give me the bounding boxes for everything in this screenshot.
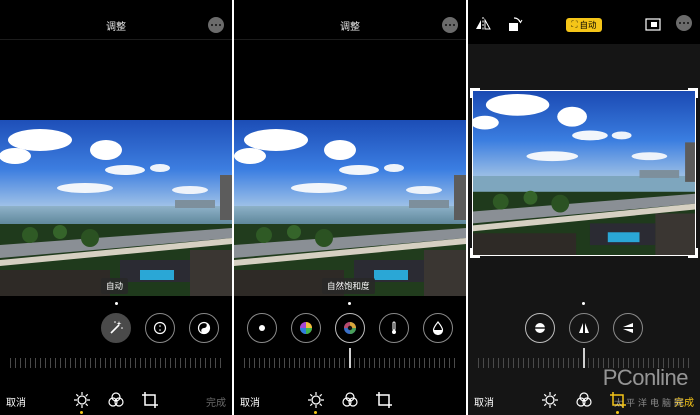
flip-horizontal-button[interactable]: [474, 15, 492, 33]
top-bar: 调整: [0, 0, 232, 40]
more-options-icon[interactable]: [442, 17, 458, 33]
vertical-perspective-icon: [579, 323, 589, 333]
brightness-icon: [259, 325, 265, 331]
watermark-subtitle: 太平洋电脑网: [613, 399, 686, 409]
filters-tab[interactable]: [107, 391, 125, 409]
crop-handle-bottom-right[interactable]: [688, 248, 698, 258]
top-bar: 调整: [234, 0, 466, 40]
straighten-icon: [534, 323, 546, 333]
thermometer-icon: [392, 321, 396, 334]
saturation-button[interactable]: [291, 313, 321, 343]
photo-preview: [234, 120, 466, 296]
flip-icon: [476, 17, 491, 31]
horizontal-perspective-button[interactable]: [613, 313, 643, 343]
photo-preview: [0, 120, 232, 296]
vibrance-icon: [344, 322, 356, 334]
slider-needle[interactable]: [349, 348, 351, 368]
vertical-perspective-button[interactable]: [569, 313, 599, 343]
crop-icon: [142, 392, 158, 408]
active-tab-indicator: [314, 411, 317, 414]
brightness-button[interactable]: [247, 313, 277, 343]
adjust-dial-icon: [308, 392, 324, 408]
filters-tab[interactable]: [575, 391, 593, 409]
selection-dot: [115, 302, 118, 305]
horizontal-perspective-icon: [623, 323, 633, 333]
active-tab-indicator: [616, 411, 619, 414]
adjustment-label: 自动: [101, 278, 129, 294]
aspect-ratio-button[interactable]: [644, 15, 662, 33]
top-bar: ⛶ 自动: [468, 0, 700, 44]
adjust-panel-auto: 调整 自动 取消 完成: [0, 0, 232, 415]
auto-straighten-button[interactable]: ⛶ 自动: [566, 18, 602, 32]
cancel-button[interactable]: 取消: [474, 394, 494, 409]
crop-icon: [376, 392, 392, 408]
cancel-button[interactable]: 取消: [240, 394, 260, 409]
crop-tab[interactable]: [141, 391, 159, 409]
more-options-icon[interactable]: [208, 17, 224, 33]
crop-handle-top-left[interactable]: [470, 88, 480, 98]
filters-tab[interactable]: [341, 391, 359, 409]
highlights-button[interactable]: [189, 313, 219, 343]
slider-needle[interactable]: [583, 348, 585, 368]
selection-dot: [348, 302, 351, 305]
selection-dot: [582, 302, 585, 305]
crop-panel: ⛶ 自动 取消 完成 PConline 太平洋电脑网: [468, 0, 700, 415]
filters-icon: [108, 392, 124, 407]
rotate-icon: [509, 17, 523, 31]
filters-icon: [342, 392, 358, 407]
temperature-button[interactable]: [379, 313, 409, 343]
adjust-dial-icon: [542, 392, 558, 408]
auto-enhance-button[interactable]: [101, 313, 131, 343]
bottom-toolbar: 取消 完成: [0, 386, 232, 415]
active-tab-indicator: [80, 411, 83, 414]
magic-wand-icon: [110, 321, 123, 334]
page-title: 调整: [106, 22, 126, 33]
tint-button[interactable]: [423, 313, 453, 343]
more-options-icon[interactable]: [676, 15, 692, 31]
auto-label: 自动: [579, 21, 597, 31]
watermark-logo: PConline: [602, 365, 689, 390]
adjust-tab[interactable]: [541, 391, 559, 409]
crop-handle-bottom-left[interactable]: [470, 248, 480, 258]
bottom-toolbar: 取消: [234, 386, 466, 415]
adjust-tab[interactable]: [307, 391, 325, 409]
rotate-button[interactable]: [506, 15, 524, 33]
vibrance-button[interactable]: [335, 313, 365, 343]
adjust-dial-icon: [74, 392, 90, 408]
done-button[interactable]: 完成: [206, 394, 226, 409]
brilliance-icon: [153, 321, 167, 335]
cancel-button[interactable]: 取消: [6, 394, 26, 409]
crop-tab[interactable]: [375, 391, 393, 409]
adjust-tab[interactable]: [73, 391, 91, 409]
aspect-ratio-icon: [645, 18, 661, 31]
straighten-button[interactable]: [525, 313, 555, 343]
auto-crop-icon: ⛶: [571, 20, 578, 30]
page-title: 调整: [340, 22, 360, 33]
brilliance-button[interactable]: [145, 313, 175, 343]
adjustment-label: 自然饱和度: [322, 278, 375, 294]
droplet-icon: [432, 321, 444, 336]
crop-handle-top-right[interactable]: [688, 88, 698, 98]
crop-photo-preview[interactable]: [472, 90, 696, 256]
adjustment-slider[interactable]: [10, 358, 222, 368]
yin-yang-icon: [197, 321, 211, 335]
filters-icon: [576, 392, 592, 407]
adjust-panel-vibrance: 调整 自然饱和度 取消: [234, 0, 466, 415]
saturation-icon: [300, 322, 312, 334]
